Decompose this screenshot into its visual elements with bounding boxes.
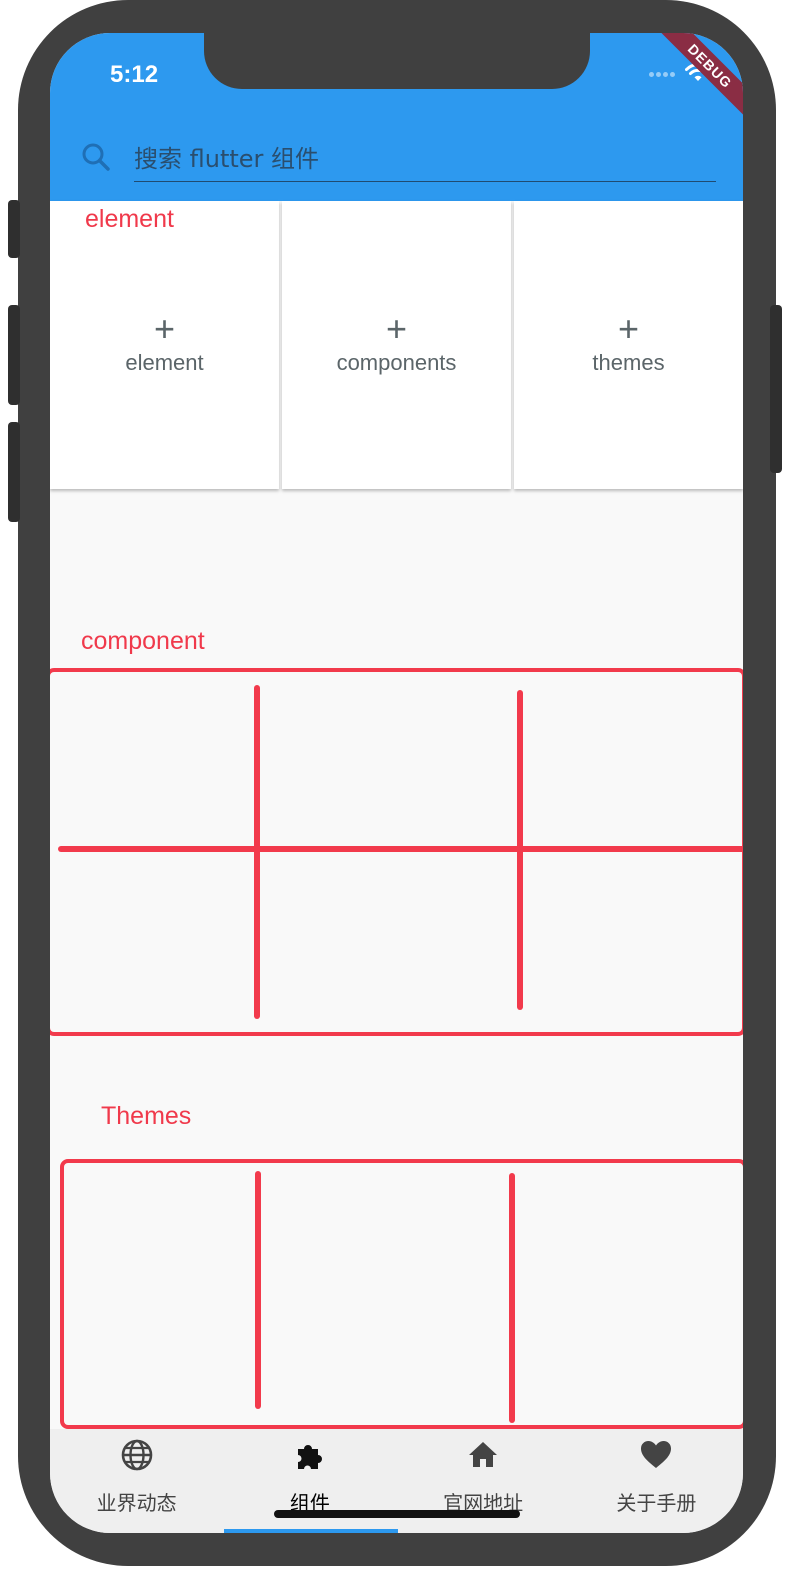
- globe-icon: [121, 1439, 152, 1471]
- search-bar[interactable]: [80, 137, 716, 187]
- device-screen: 5:12 DEBUG + element + components: [50, 33, 743, 1533]
- signal-icon: [649, 64, 677, 82]
- component-annotation-divider: [517, 690, 523, 1010]
- card-label: element: [125, 350, 204, 375]
- section-title-themes: Themes: [101, 1102, 192, 1130]
- element-cards: + element + components + themes: [50, 201, 743, 489]
- plus-icon: +: [385, 308, 408, 349]
- component-annotation-box: [50, 668, 743, 1036]
- themes-annotation-box: [60, 1159, 743, 1429]
- tab-label: 关于手册: [616, 1491, 697, 1515]
- component-annotation-horizontal: [58, 846, 743, 852]
- heart-icon: [641, 1441, 672, 1468]
- themes-annotation-divider: [509, 1173, 515, 1423]
- card-themes[interactable]: + themes: [514, 201, 743, 489]
- active-tab-indicator: [224, 1529, 398, 1533]
- status-time: 5:12: [110, 61, 159, 88]
- puzzle-icon: [297, 1445, 322, 1469]
- plus-icon: +: [153, 308, 176, 349]
- notch: [204, 33, 590, 89]
- component-annotation-divider: [254, 685, 260, 1019]
- card-label: components: [336, 350, 457, 375]
- plus-icon: +: [617, 308, 640, 349]
- card-element[interactable]: + element: [50, 201, 279, 489]
- search-icon: [82, 143, 110, 171]
- section-title-component: component: [81, 627, 205, 655]
- tab-label: 业界动态: [96, 1491, 177, 1515]
- volume-down-button: [8, 422, 20, 522]
- card-label: themes: [592, 350, 665, 375]
- power-button: [770, 305, 782, 473]
- tab-about-manual[interactable]: 关于手册: [570, 1429, 743, 1533]
- silent-switch: [8, 200, 20, 258]
- app-bar: 5:12 DEBUG: [50, 33, 743, 201]
- home-icon: [469, 1442, 498, 1467]
- volume-up-button: [8, 305, 20, 405]
- section-title-element: element: [85, 205, 174, 233]
- card-components[interactable]: + components: [282, 201, 511, 489]
- themes-annotation-divider: [255, 1171, 261, 1409]
- search-input[interactable]: [134, 137, 716, 182]
- tab-industry-news[interactable]: 业界动态: [50, 1429, 223, 1533]
- home-indicator: [274, 1510, 520, 1518]
